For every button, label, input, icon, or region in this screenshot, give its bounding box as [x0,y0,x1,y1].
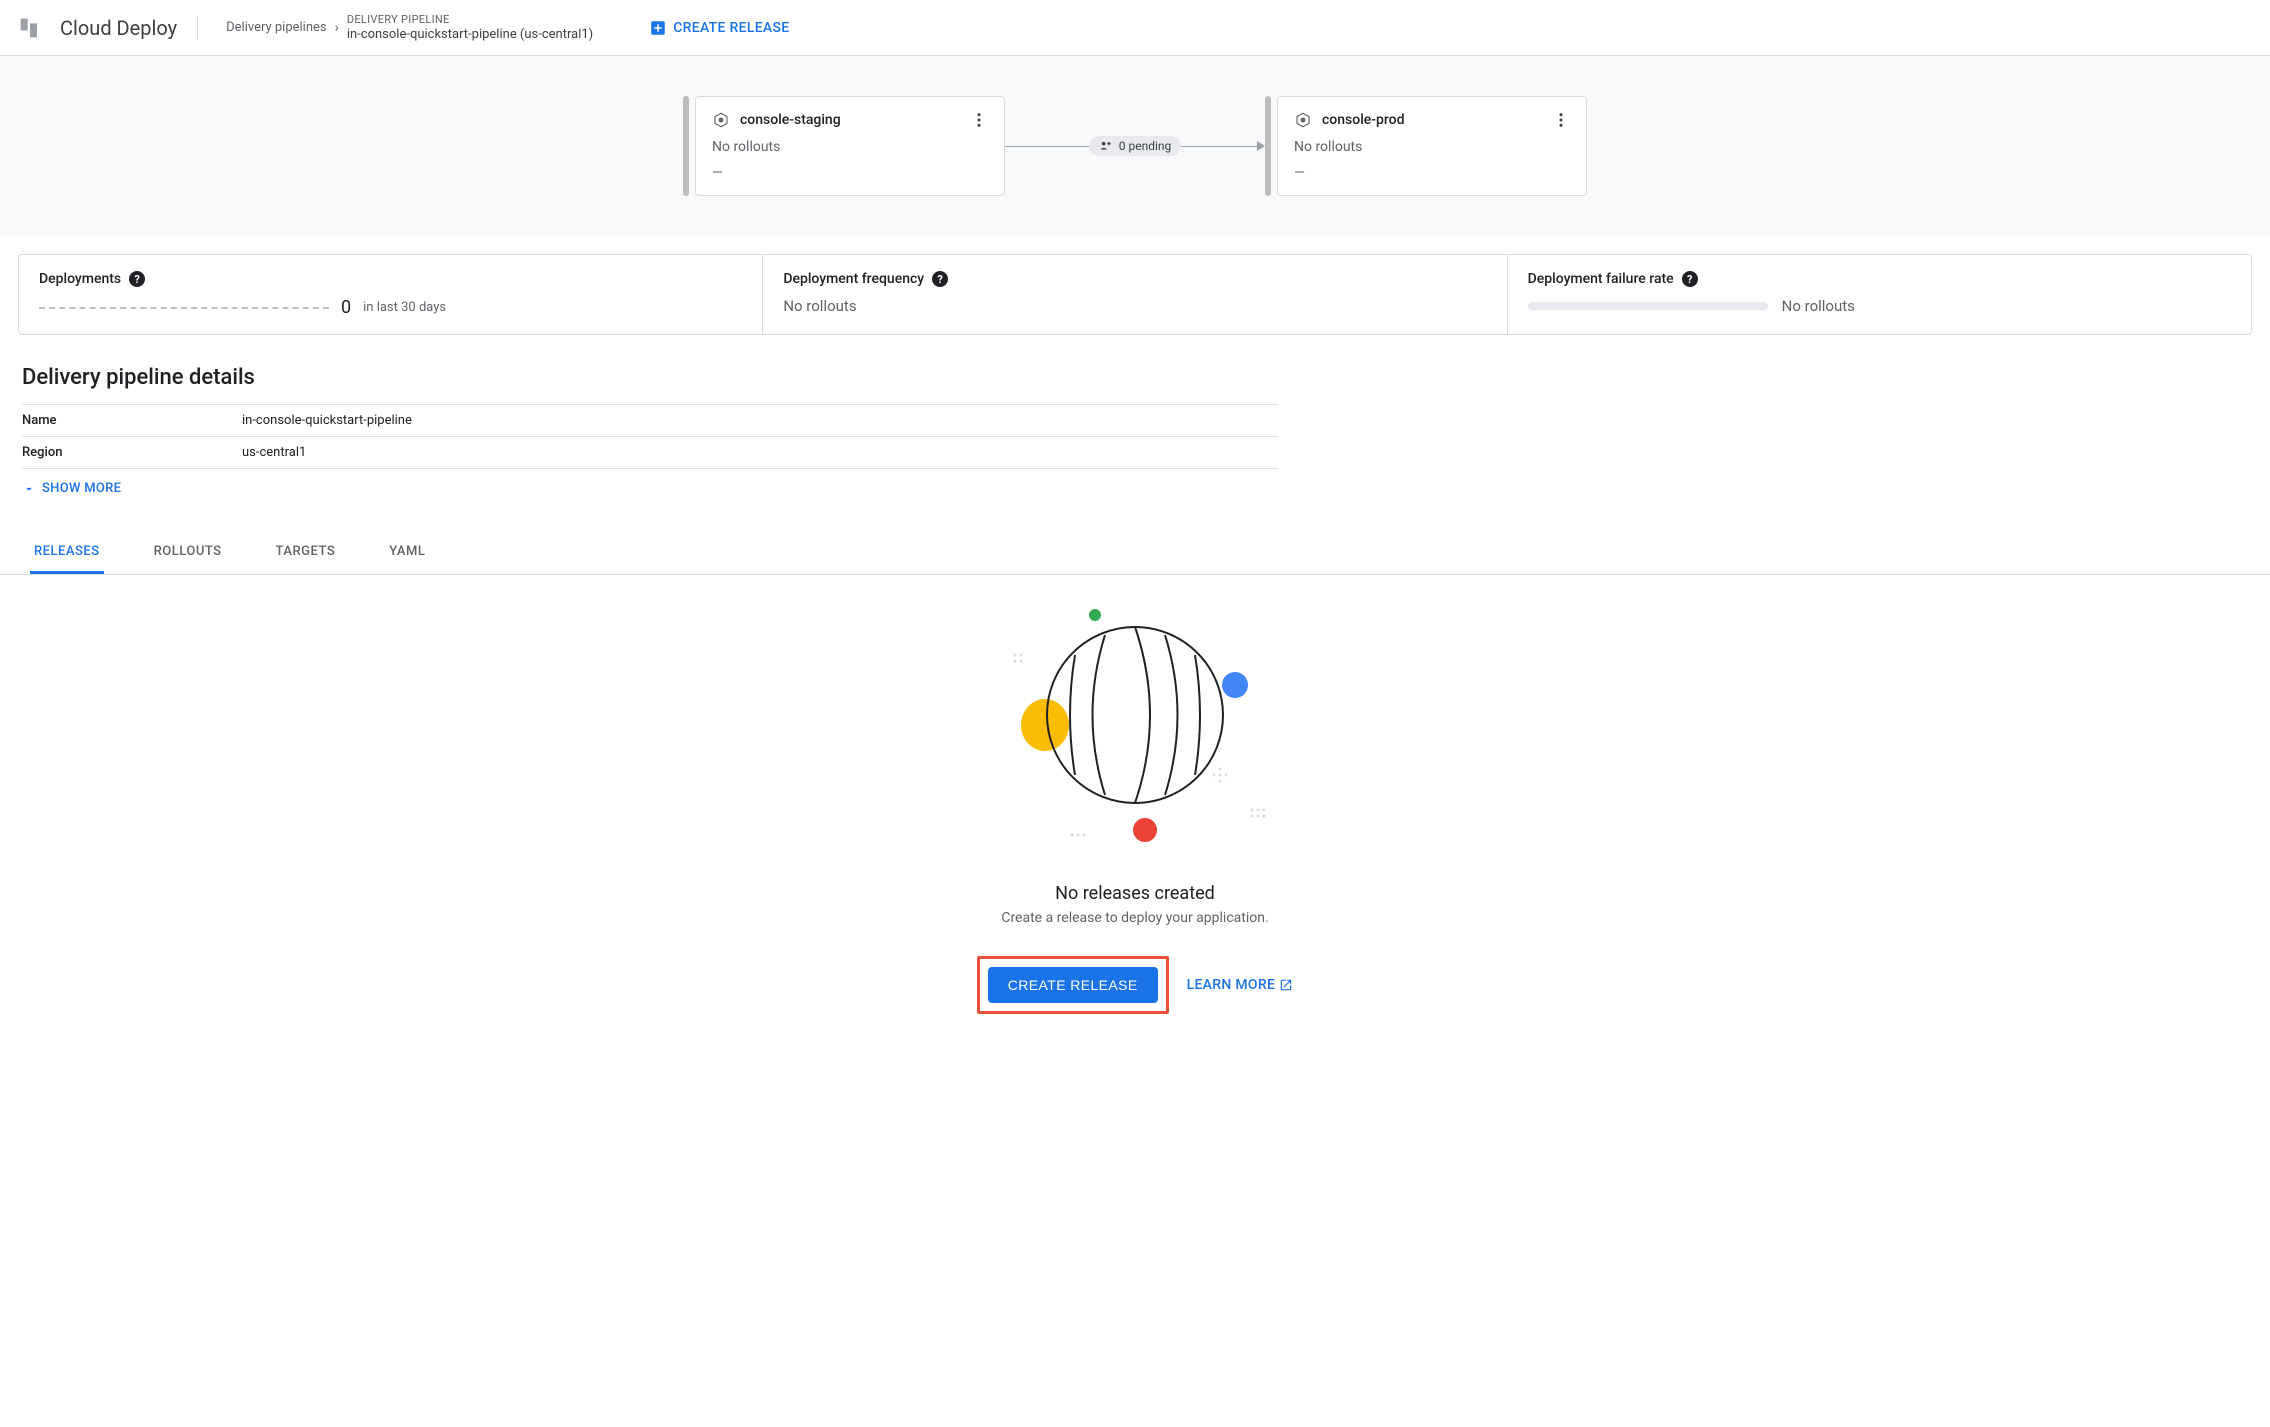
empty-actions: CREATE RELEASE LEARN MORE [977,956,1293,1014]
deployments-period: in last 30 days [363,300,446,315]
deployments-count: 0 [341,297,351,318]
stats-row: Deployments ? 0 in last 30 days Deployme… [18,254,2252,335]
show-more-label: SHOW MORE [42,481,121,496]
detail-label: Region [22,437,242,469]
target-status-bar [683,96,689,196]
stat-frequency: Deployment frequency ? No rollouts [763,255,1507,334]
pipeline-connector: 0 pending [1005,141,1265,151]
failure-progress-bar [1528,302,1768,310]
details-section: Delivery pipeline details Name in-consol… [0,353,1300,508]
breadcrumb-label: DELIVERY PIPELINE [347,13,593,26]
create-release-header-button[interactable]: CREATE RELEASE [649,19,789,37]
chevron-right-icon: › [335,20,339,36]
target-card-prod[interactable]: console-prod No rollouts — [1265,96,1587,196]
learn-more-link[interactable]: LEARN MORE [1187,977,1294,993]
empty-title: No releases created [1055,883,1215,904]
tab-releases[interactable]: RELEASES [30,532,104,574]
details-table: Name in-console-quickstart-pipeline Regi… [22,404,1278,469]
tab-yaml[interactable]: YAML [385,532,429,574]
tabs: RELEASES ROLLOUTS TARGETS YAML [0,532,2270,575]
pipeline-visualization: console-staging No rollouts — 0 pending … [0,56,2270,236]
breadcrumb-current: DELIVERY PIPELINE in-console-quickstart-… [347,13,593,42]
target-dash: — [1294,165,1570,181]
approvals-icon [1099,139,1113,153]
more-vert-icon[interactable] [970,111,988,129]
stat-failure-rate: Deployment failure rate ? No rollouts [1508,255,2251,334]
stat-deployments: Deployments ? 0 in last 30 days [19,255,763,334]
target-status-bar [1265,96,1271,196]
tab-targets[interactable]: TARGETS [272,532,340,574]
failure-value: No rollouts [1782,297,1855,315]
external-link-icon [1279,978,1293,992]
detail-value: in-console-quickstart-pipeline [242,405,1278,437]
detail-value: us-central1 [242,437,1278,469]
breadcrumb-value: in-console-quickstart-pipeline (us-centr… [347,27,593,42]
empty-state: No releases created Create a release to … [0,575,2270,1054]
show-more-button[interactable]: SHOW MORE [22,481,1278,496]
target-status: No rollouts [1294,139,1570,155]
stat-label: Deployments [39,271,121,287]
table-row: Name in-console-quickstart-pipeline [22,405,1278,437]
page-header: Cloud Deploy Delivery pipelines › DELIVE… [0,0,2270,56]
pending-label: 0 pending [1119,139,1172,153]
plus-box-icon [649,19,667,37]
deployments-sparkline [39,307,329,309]
target-name: console-prod [1322,112,1405,128]
help-icon[interactable]: ? [932,271,948,287]
frequency-value: No rollouts [783,297,1486,315]
help-icon[interactable]: ? [129,271,145,287]
target-icon [712,111,730,129]
table-row: Region us-central1 [22,437,1278,469]
stat-label: Deployment frequency [783,271,924,287]
target-name: console-staging [740,112,841,128]
create-release-button[interactable]: CREATE RELEASE [988,967,1158,1003]
help-icon[interactable]: ? [1682,271,1698,287]
product-title: Cloud Deploy [60,16,198,40]
tab-rollouts[interactable]: ROLLOUTS [150,532,226,574]
target-status: No rollouts [712,139,988,155]
more-vert-icon[interactable] [1552,111,1570,129]
target-dash: — [712,165,988,181]
chevron-down-icon [22,482,36,496]
pending-chip[interactable]: 0 pending [1089,136,1182,156]
arrow-right-icon [1257,141,1265,151]
create-release-header-label: CREATE RELEASE [673,20,789,36]
empty-subtitle: Create a release to deploy your applicat… [1001,910,1268,926]
cloud-deploy-logo-icon [16,14,44,42]
tutorial-highlight: CREATE RELEASE [977,956,1169,1014]
target-icon [1294,111,1312,129]
details-title: Delivery pipeline details [22,365,1278,390]
stat-label: Deployment failure rate [1528,271,1674,287]
breadcrumb: Delivery pipelines › DELIVERY PIPELINE i… [226,13,593,42]
learn-more-label: LEARN MORE [1187,977,1276,993]
target-card-staging[interactable]: console-staging No rollouts — [683,96,1005,196]
detail-label: Name [22,405,242,437]
empty-state-illustration [965,595,1305,875]
breadcrumb-link-pipelines[interactable]: Delivery pipelines [226,20,327,35]
